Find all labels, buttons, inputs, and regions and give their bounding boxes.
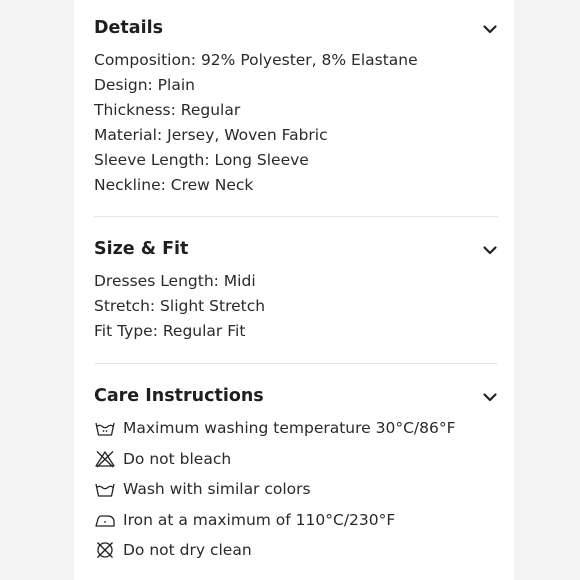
details-title: Details [94, 18, 163, 38]
chevron-down-icon[interactable] [482, 21, 498, 37]
care-text: Do not dry clean [123, 541, 252, 560]
chevron-down-icon[interactable] [482, 389, 498, 405]
care-title: Care Instructions [94, 386, 264, 406]
care-item: Do not bleach [94, 444, 498, 475]
size-fit-section: Size & Fit Dresses Length: Midi Stretch:… [94, 235, 498, 344]
care-text: Wash with similar colors [123, 480, 311, 499]
detail-material: Material: Jersey, Woven Fabric [94, 126, 328, 144]
details-list: Composition: 92% Polyester, 8% Elastane … [94, 48, 498, 198]
detail-design: Design: Plain [94, 76, 195, 94]
wash-tub-icon [95, 484, 115, 497]
detail-stretch: Stretch: Slight Stretch [94, 297, 266, 315]
care-item: Do not dry clean [94, 535, 498, 566]
chevron-down-icon[interactable] [482, 242, 498, 258]
divider [94, 216, 498, 217]
wash-30-icon [95, 423, 115, 436]
care-item: Wash with similar colors [94, 474, 498, 505]
care-header[interactable]: Care Instructions [94, 382, 498, 410]
divider [94, 363, 498, 364]
care-list: Maximum washing temperature 30°C/86°F Do… [94, 413, 498, 566]
detail-neckline: Neckline: Crew Neck [94, 176, 254, 194]
iron-icon [95, 515, 115, 527]
detail-sleeve-length: Sleeve Length: Long Sleeve [94, 151, 309, 169]
no-bleach-icon [95, 450, 115, 468]
care-section: Care Instructions Maximum washing temper… [94, 382, 498, 566]
care-text: Maximum washing temperature 30°C/86°F [123, 419, 456, 438]
detail-thickness: Thickness: Regular [94, 101, 241, 119]
detail-fit-type: Fit Type: Regular Fit [94, 322, 246, 340]
size-fit-list: Dresses Length: Midi Stretch: Slight Str… [94, 269, 498, 344]
care-text: Iron at a maximum of 110°C/230°F [123, 510, 396, 529]
care-text: Do not bleach [123, 449, 232, 468]
details-section: Details Composition: 92% Polyester, 8% E… [94, 14, 498, 198]
detail-composition: Composition: 92% Polyester, 8% Elastane [94, 51, 418, 69]
care-item: Maximum washing temperature 30°C/86°F [94, 413, 498, 444]
size-fit-header[interactable]: Size & Fit [94, 235, 498, 263]
details-header[interactable]: Details [94, 14, 498, 42]
care-item: Iron at a maximum of 110°C/230°F [94, 505, 498, 536]
no-dry-clean-icon [97, 542, 113, 559]
size-fit-title: Size & Fit [94, 239, 189, 259]
product-info-panel: Details Composition: 92% Polyester, 8% E… [74, 0, 514, 580]
detail-dress-length: Dresses Length: Midi [94, 272, 256, 290]
